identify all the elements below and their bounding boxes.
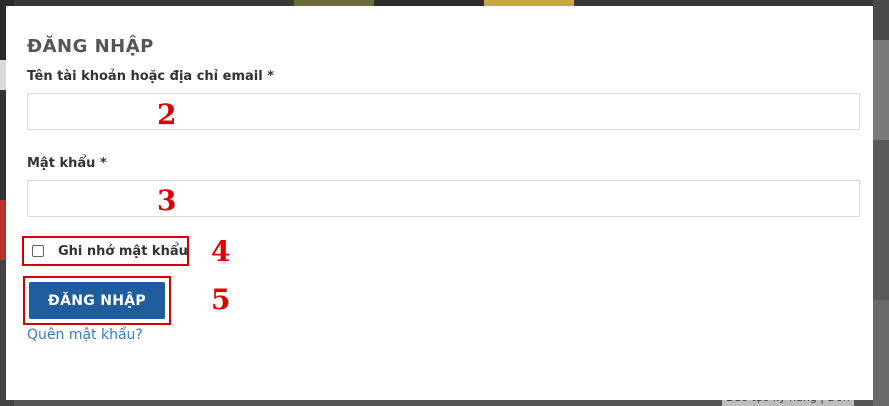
username-input[interactable] xyxy=(27,93,860,130)
annotation-number-2: 2 xyxy=(157,98,177,131)
annotation-number-4: 4 xyxy=(211,235,231,268)
remember-checkbox[interactable] xyxy=(32,245,44,257)
username-label: Tên tài khoản hoặc địa chỉ email * xyxy=(27,69,275,84)
modal-title: ĐĂNG NHẬP xyxy=(27,36,154,57)
background-page-right xyxy=(873,0,889,406)
login-highlight-box: ĐĂNG NHẬP xyxy=(23,276,171,325)
password-label: Mật khẩu * xyxy=(27,156,107,171)
password-input[interactable] xyxy=(27,180,860,217)
remember-label[interactable]: Ghi nhớ mật khẩu xyxy=(58,244,188,259)
annotation-number-5: 5 xyxy=(211,283,231,316)
remember-highlight-box: Ghi nhớ mật khẩu xyxy=(22,236,189,266)
login-button[interactable]: ĐĂNG NHẬP xyxy=(29,282,165,319)
login-modal: ĐĂNG NHẬP Tên tài khoản hoặc địa chỉ ema… xyxy=(6,6,873,400)
annotation-number-3: 3 xyxy=(157,184,177,217)
forgot-password-link[interactable]: Quên mật khẩu? xyxy=(27,327,143,343)
